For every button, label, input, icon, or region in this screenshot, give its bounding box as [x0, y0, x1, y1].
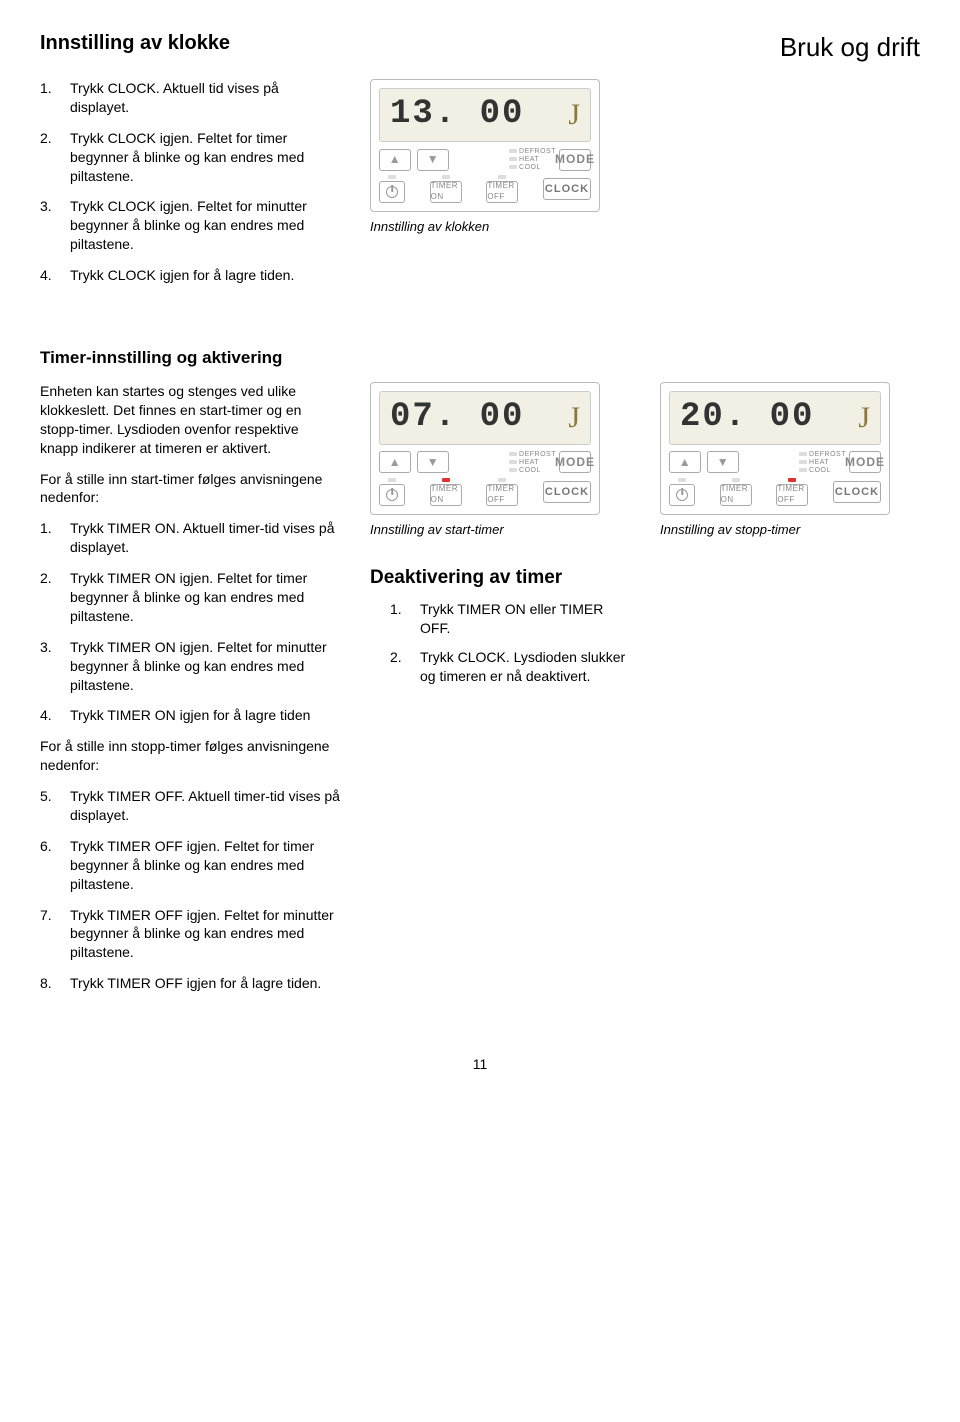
timer-off-button[interactable]: TIMER OFF — [776, 484, 808, 506]
control-panel-start-timer: 07. 00 J ▲ ▼ DEFROST HEAT COOL — [370, 382, 600, 515]
timer-on-led — [442, 478, 450, 482]
mode-button[interactable]: MODE — [559, 451, 591, 473]
down-button[interactable]: ▼ — [417, 451, 449, 473]
list-item: Trykk TIMER ON igjen. Feltet for timer b… — [70, 569, 340, 626]
list-item: Trykk CLOCK. Lysdioden slukker og timere… — [420, 648, 630, 686]
timer-intro: Enheten kan startes og stenges ved ulike… — [40, 382, 340, 458]
clock-button[interactable]: CLOCK — [543, 481, 591, 503]
brand-logo: J — [858, 398, 870, 439]
power-led — [388, 175, 396, 179]
timer-on-led — [732, 478, 740, 482]
up-button[interactable]: ▲ — [379, 451, 411, 473]
power-button[interactable] — [669, 484, 695, 506]
timer-off-button[interactable]: TIMER OFF — [486, 484, 518, 506]
power-led — [678, 478, 686, 482]
mode-button[interactable]: MODE — [559, 149, 591, 171]
mode-button[interactable]: MODE — [849, 451, 881, 473]
timer-stop-steps-list: Trykk TIMER OFF. Aktuell timer-tid vises… — [40, 787, 340, 993]
list-item: Trykk TIMER OFF igjen. Feltet for minutt… — [70, 906, 340, 963]
list-item: Trykk CLOCK igjen for å lagre tiden. — [70, 266, 294, 285]
list-item: Trykk TIMER ON igjen. Feltet for minutte… — [70, 638, 340, 695]
power-button[interactable] — [379, 484, 405, 506]
timer-intro-start: For å stille inn start-timer følges anvi… — [40, 470, 340, 508]
list-item: Trykk CLOCK igjen. Feltet for timer begy… — [70, 129, 340, 186]
list-item: Trykk CLOCK. Aktuell tid vises på displa… — [70, 79, 340, 117]
page-category: Bruk og drift — [780, 30, 920, 65]
power-icon — [386, 489, 398, 501]
list-item: Trykk TIMER OFF igjen for å lagre tiden. — [70, 974, 321, 993]
panel-caption-start: Innstilling av start-timer — [370, 521, 630, 539]
timer-off-led — [498, 478, 506, 482]
timer-on-button[interactable]: TIMER ON — [430, 484, 462, 506]
deactivate-steps-list: Trykk TIMER ON eller TIMER OFF. Trykk CL… — [390, 600, 630, 686]
list-item: Trykk TIMER ON eller TIMER OFF. — [420, 600, 630, 638]
timer-intro-stop: For å stille inn stopp-timer følges anvi… — [40, 737, 340, 775]
control-panel-clock: 13. 00 J ▲ ▼ DEFROST HEAT COOL — [370, 79, 600, 212]
clock-button[interactable]: CLOCK — [833, 481, 881, 503]
clock-steps-list: Trykk CLOCK. Aktuell tid vises på displa… — [40, 79, 340, 285]
timer-start-steps-list: Trykk TIMER ON. Aktuell timer-tid vises … — [40, 519, 340, 725]
up-button[interactable]: ▲ — [379, 149, 411, 171]
down-button[interactable]: ▼ — [417, 149, 449, 171]
down-button[interactable]: ▼ — [707, 451, 739, 473]
brand-logo: J — [568, 95, 580, 136]
mode-indicators: DEFROST HEAT COOL — [509, 451, 556, 474]
lcd-display: 20. 00 J — [669, 391, 881, 445]
timer-off-button[interactable]: TIMER OFF — [486, 181, 518, 203]
page-number: 11 — [40, 1055, 920, 1074]
panel-caption-clock: Innstilling av klokken — [370, 218, 630, 236]
power-button[interactable] — [379, 181, 405, 203]
list-item: Trykk TIMER OFF igjen. Feltet for timer … — [70, 837, 340, 894]
timer-off-led — [788, 478, 796, 482]
control-panel-stop-timer: 20. 00 J ▲ ▼ DEFROST HEAT COOL — [660, 382, 890, 515]
lcd-display: 13. 00 J — [379, 88, 591, 142]
timer-off-led — [498, 175, 506, 179]
power-icon — [676, 489, 688, 501]
section-title-deactivate: Deaktivering av timer — [370, 565, 630, 591]
power-led — [388, 478, 396, 482]
clock-button[interactable]: CLOCK — [543, 178, 591, 200]
panel-caption-stop: Innstilling av stopp-timer — [660, 521, 920, 539]
lcd-time: 20. 00 — [680, 395, 814, 441]
mode-indicators: DEFROST HEAT COOL — [509, 148, 556, 171]
section-title-clock: Innstilling av klokke — [40, 30, 230, 57]
list-item: Trykk TIMER ON. Aktuell timer-tid vises … — [70, 519, 340, 557]
power-icon — [386, 186, 398, 198]
timer-on-button[interactable]: TIMER ON — [430, 181, 462, 203]
up-button[interactable]: ▲ — [669, 451, 701, 473]
timer-on-button[interactable]: TIMER ON — [720, 484, 752, 506]
list-item: Trykk TIMER OFF. Aktuell timer-tid vises… — [70, 787, 340, 825]
section-title-timer: Timer-innstilling og aktivering — [40, 347, 920, 370]
timer-on-led — [442, 175, 450, 179]
section-clock: Trykk CLOCK. Aktuell tid vises på displa… — [40, 79, 920, 297]
page-header: Innstilling av klokke Bruk og drift — [40, 30, 920, 71]
section-timer: Enheten kan startes og stenges ved ulike… — [40, 382, 920, 1005]
lcd-time: 07. 00 — [390, 395, 524, 441]
brand-logo: J — [568, 398, 580, 439]
list-item: Trykk TIMER ON igjen for å lagre tiden — [70, 706, 310, 725]
list-item: Trykk CLOCK igjen. Feltet for minutter b… — [70, 197, 340, 254]
mode-indicators: DEFROST HEAT COOL — [799, 451, 846, 474]
lcd-time: 13. 00 — [390, 92, 524, 138]
lcd-display: 07. 00 J — [379, 391, 591, 445]
